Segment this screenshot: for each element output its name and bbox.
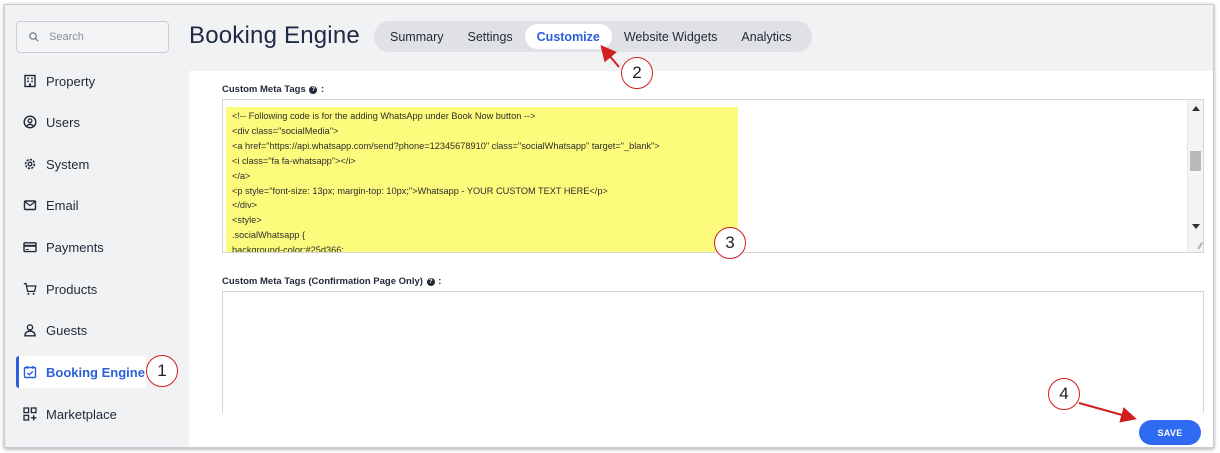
step-2-callout: 2	[621, 57, 653, 89]
custom-meta-tags-textarea[interactable]: <!-- Following code is for the adding Wh…	[222, 99, 1204, 253]
sidebar-item-label: Users	[46, 114, 80, 130]
help-icon[interactable]: ?	[309, 86, 318, 94]
sidebar-item-payments[interactable]: Payments	[16, 231, 176, 263]
search-placeholder: Search	[49, 31, 84, 43]
tab-customize[interactable]: Customize	[524, 24, 612, 49]
person-icon	[22, 322, 38, 338]
sidebar-item-label: Email	[46, 197, 79, 213]
sidebar-item-label: Booking Engine	[46, 364, 145, 380]
sidebar-item-label: Marketplace	[46, 406, 117, 422]
tab-summary[interactable]: Summary	[378, 24, 455, 49]
user-circle-icon	[22, 114, 38, 130]
app-window: Search Property Users System Email Payme…	[4, 4, 1214, 448]
search-icon	[29, 32, 39, 42]
step-1-callout: 1	[146, 355, 178, 387]
sidebar-item-email[interactable]: Email	[16, 189, 176, 221]
textarea-scrollbar[interactable]	[1187, 100, 1203, 252]
confirmation-meta-tags-label-suffix: :	[438, 276, 442, 287]
sidebar-item-guests[interactable]: Guests	[16, 314, 176, 346]
custom-meta-tags-label-text: Custom Meta Tags	[222, 84, 306, 95]
help-icon[interactable]: ?	[426, 278, 435, 286]
sidebar-item-label: Guests	[46, 322, 88, 338]
mail-icon	[22, 197, 38, 213]
scroll-down-arrow-icon[interactable]	[1192, 224, 1200, 229]
custom-meta-tags-label: Custom Meta Tags ? :	[222, 84, 324, 95]
scroll-up-arrow-icon[interactable]	[1192, 106, 1200, 111]
building-icon	[22, 73, 38, 89]
tab-bar: Summary Settings Customize Website Widge…	[374, 21, 812, 52]
page-title: Booking Engine	[189, 22, 360, 49]
sidebar-item-products[interactable]: Products	[16, 273, 176, 305]
sidebar-item-label: Property	[46, 73, 96, 89]
step-3-callout: 3	[714, 227, 746, 259]
calendar-check-icon	[22, 364, 38, 380]
sidebar-item-system[interactable]: System	[16, 148, 176, 180]
custom-meta-tags-label-suffix: :	[321, 84, 325, 95]
gear-icon	[22, 156, 38, 172]
tab-website-widgets[interactable]: Website Widgets	[612, 24, 730, 49]
tab-analytics[interactable]: Analytics	[729, 24, 803, 49]
sidebar-item-label: Products	[46, 281, 98, 297]
credit-card-icon	[22, 239, 38, 255]
tab-settings[interactable]: Settings	[455, 24, 524, 49]
confirmation-meta-tags-label-text: Custom Meta Tags (Confirmation Page Only…	[222, 276, 423, 287]
sidebar-item-property[interactable]: Property	[16, 65, 176, 97]
save-button[interactable]: SAVE	[1139, 420, 1201, 445]
search-input[interactable]: Search	[16, 21, 169, 53]
sidebar-item-users[interactable]: Users	[16, 106, 176, 138]
sidebar-item-marketplace[interactable]: Marketplace	[16, 398, 176, 430]
sidebar-item-booking-engine[interactable]: Booking Engine	[16, 356, 146, 388]
resize-handle-icon[interactable]: ⁄⁄	[1199, 241, 1202, 251]
sidebar-item-label: Payments	[46, 239, 104, 255]
scrollbar-thumb[interactable]	[1190, 151, 1201, 171]
step-4-callout: 4	[1048, 378, 1080, 410]
sidebar-item-label: System	[46, 156, 90, 172]
apps-plus-icon	[22, 406, 38, 422]
confirmation-meta-tags-label: Custom Meta Tags (Confirmation Page Only…	[222, 276, 441, 287]
cart-icon	[22, 281, 38, 297]
custom-meta-tags-code[interactable]: <!-- Following code is for the adding Wh…	[226, 107, 738, 252]
